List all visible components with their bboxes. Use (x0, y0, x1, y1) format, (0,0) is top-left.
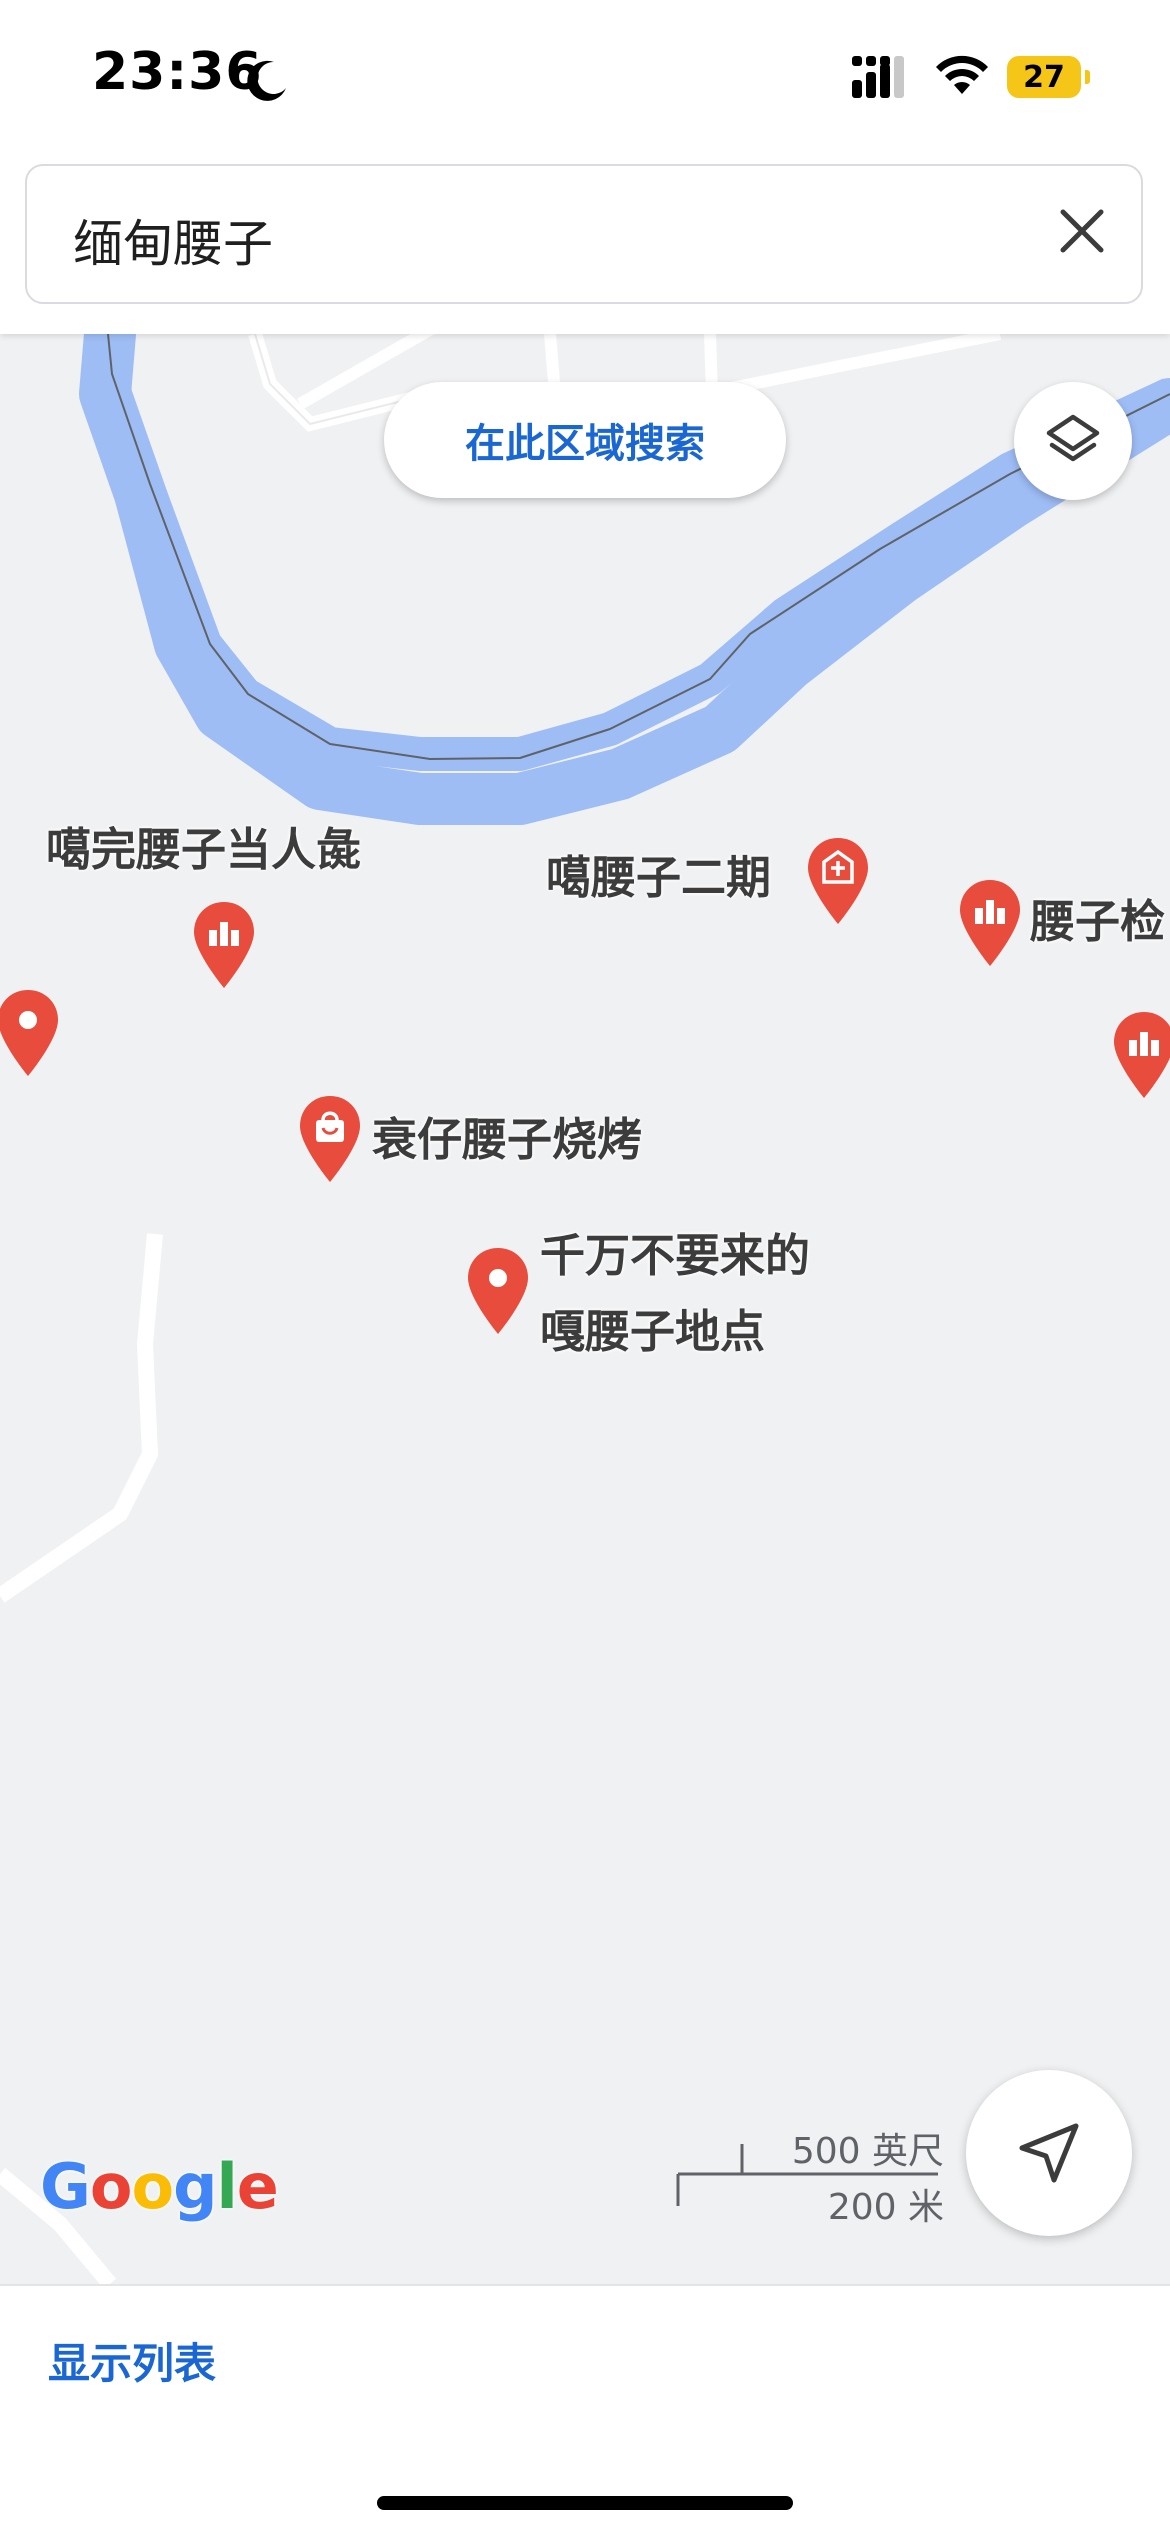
maps-screen: 23:36 27 缅甸腰子 在此区域搜索 噶完腰子当人彘 噶腰子二期 腰子检 衰… (0, 0, 1170, 2532)
status-bar: 23:36 27 (0, 0, 1170, 150)
scale-metric: 200 米 (827, 2187, 944, 2228)
battery-tip (1085, 70, 1090, 84)
google-logo: Google (40, 2150, 279, 2223)
navigation-arrow-icon (1019, 2123, 1079, 2183)
close-icon[interactable] (1053, 202, 1111, 260)
attraction-pin-icon[interactable] (192, 900, 256, 990)
generic-pin-icon[interactable] (466, 1246, 530, 1336)
search-area: 缅甸腰子 (0, 150, 1170, 334)
status-time: 23:36 (92, 42, 263, 102)
map-view[interactable]: 在此区域搜索 噶完腰子当人彘 噶腰子二期 腰子检 衰仔腰子烧烤 千万不要来的 嘎… (0, 334, 1170, 2284)
search-input[interactable]: 缅甸腰子 (25, 164, 1143, 304)
place-label[interactable]: 噶腰子二期 (546, 840, 771, 916)
scale-imperial: 500 英尺 (791, 2131, 944, 2172)
layers-icon (1046, 414, 1100, 462)
hospital-pin-icon[interactable] (806, 836, 870, 926)
place-label[interactable]: 噶完腰子当人彘 (46, 812, 361, 888)
battery-icon: 27 (1007, 56, 1090, 98)
search-this-area-button[interactable]: 在此区域搜索 (384, 382, 786, 498)
attraction-pin-icon[interactable] (958, 878, 1022, 968)
my-location-button[interactable] (966, 2070, 1132, 2236)
shopping-pin-icon[interactable] (298, 1094, 362, 1184)
signal-icon (852, 56, 904, 98)
layers-button[interactable] (1014, 382, 1132, 500)
home-indicator[interactable] (377, 2496, 793, 2510)
place-label[interactable]: 腰子检 (1030, 884, 1165, 960)
google-logo-letter: g (173, 2150, 217, 2223)
battery-level: 27 (1007, 56, 1081, 98)
google-logo-letter: G (40, 2150, 91, 2223)
google-logo-letter: o (131, 2150, 175, 2223)
google-logo-letter: e (236, 2150, 279, 2223)
generic-pin-icon[interactable] (0, 988, 60, 1078)
place-label-line1[interactable]: 千万不要来的 (540, 1218, 810, 1294)
google-logo-letter: o (89, 2150, 133, 2223)
scale-bar: 500 英尺 200 米 (672, 2122, 944, 2232)
place-label[interactable]: 衰仔腰子烧烤 (372, 1102, 642, 1178)
show-list-button[interactable]: 显示列表 (48, 2330, 216, 2391)
bottom-sheet: 显示列表 (0, 2284, 1170, 2532)
google-logo-letter: l (216, 2150, 238, 2223)
search-query[interactable]: 缅甸腰子 (73, 204, 273, 276)
place-label-line2[interactable]: 嘎腰子地点 (540, 1294, 765, 1370)
wifi-icon (936, 55, 988, 94)
attraction-pin-icon[interactable] (1112, 1010, 1170, 1100)
moon-icon (247, 60, 286, 101)
